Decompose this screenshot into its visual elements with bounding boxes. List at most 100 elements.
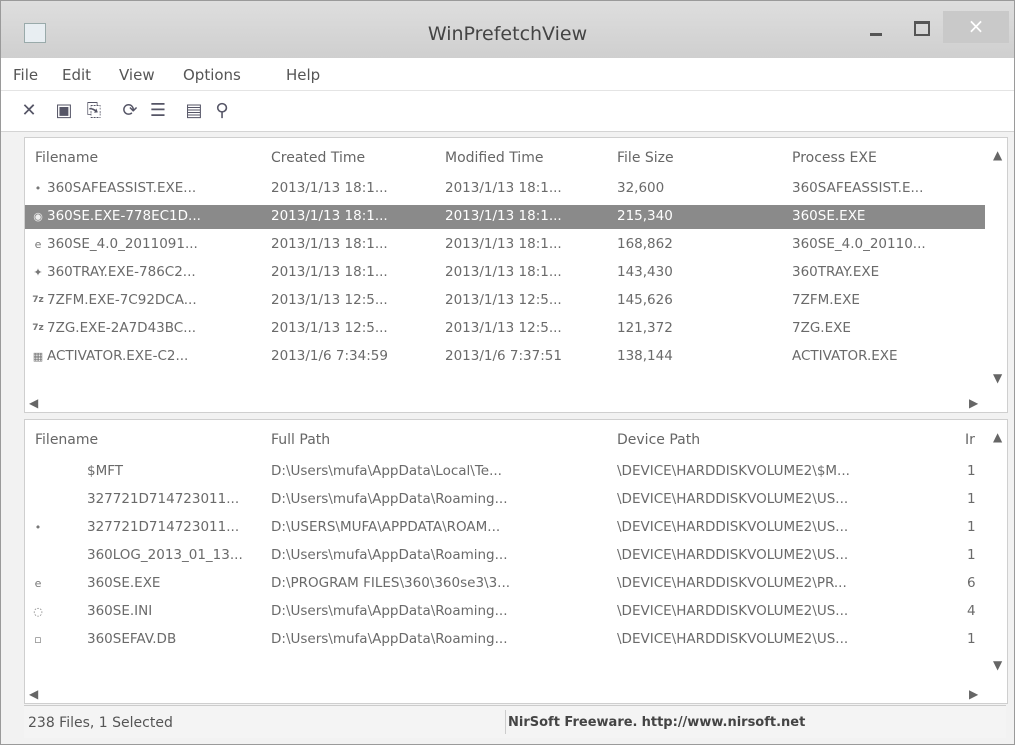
- table-row[interactable]: 7z 7ZFM.EXE-7C92DCA... 2013/1/13 12:5...…: [25, 289, 985, 313]
- column-header-filename[interactable]: Filename: [35, 432, 98, 448]
- status-file-count: 238 Files, 1 Selected: [28, 715, 173, 731]
- cell-device-path: \DEVICE\HARDDISKVOLUME2\US...: [617, 603, 849, 619]
- cell-process: 7ZFM.EXE: [792, 292, 860, 308]
- file-icon: •: [34, 182, 42, 195]
- maximize-button[interactable]: [903, 11, 939, 43]
- table-row[interactable]: ◌ 360SE.INI D:\Users\mufa\AppData\Roamin…: [25, 600, 985, 624]
- table-row[interactable]: • 360SAFEASSIST.EXE... 2013/1/13 18:1...…: [25, 177, 985, 201]
- scroll-right-icon[interactable]: ▶: [969, 396, 978, 410]
- cell-created: 2013/1/6 7:34:59: [271, 348, 388, 364]
- scroll-down-icon[interactable]: ▼: [993, 371, 1002, 385]
- table-row-selected[interactable]: ◉ 360SE.EXE-778EC1D... 2013/1/13 18:1...…: [25, 205, 985, 229]
- horizontal-scrollbar[interactable]: ◀ ▶: [25, 394, 987, 412]
- menu-edit[interactable]: Edit: [62, 66, 91, 84]
- table-row[interactable]: e 360SE.EXE D:\PROGRAM FILES\360\360se3\…: [25, 572, 985, 596]
- app-window: WinPrefetchView × File Edit View Options…: [0, 0, 1015, 745]
- file-icon: ◉: [33, 210, 43, 223]
- vertical-scrollbar[interactable]: ▲ ▼: [989, 420, 1007, 685]
- cell-modified: 2013/1/13 12:5...: [445, 292, 562, 308]
- properties-icon[interactable]: ☰: [147, 100, 169, 122]
- cell-filename: ACTIVATOR.EXE-C2...: [47, 348, 189, 364]
- table-row[interactable]: $MFT D:\Users\mufa\AppData\Local\Te... \…: [25, 460, 985, 484]
- website-link[interactable]: http://www.nirsoft.net: [642, 715, 806, 730]
- cell-index: 6: [967, 575, 976, 591]
- file-icon: ✦: [33, 266, 43, 279]
- menu-help[interactable]: Help: [286, 66, 320, 84]
- file-icon: ▦: [32, 350, 44, 363]
- cell-full-path: D:\Users\mufa\AppData\Local\Te...: [271, 463, 502, 479]
- cell-created: 2013/1/13 18:1...: [271, 264, 388, 280]
- cell-created: 2013/1/13 18:1...: [271, 236, 388, 252]
- table-row[interactable]: e 360SE_4.0_2011091... 2013/1/13 18:1...…: [25, 233, 985, 257]
- column-header-full-path[interactable]: Full Path: [271, 432, 330, 448]
- table-row[interactable]: 360LOG_2013_01_13... D:\Users\mufa\AppDa…: [25, 544, 985, 568]
- html-report-icon[interactable]: ▤: [183, 100, 205, 122]
- scroll-up-icon[interactable]: ▲: [993, 148, 1002, 162]
- cell-created: 2013/1/13 18:1...: [271, 180, 388, 196]
- save-icon[interactable]: ▣: [53, 100, 75, 122]
- cell-filename: 360SAFEASSIST.EXE...: [47, 180, 197, 196]
- cell-filename: 7ZG.EXE-2A7D43BC...: [47, 320, 197, 336]
- file-icon: ▫: [34, 633, 42, 646]
- scroll-right-icon[interactable]: ▶: [969, 687, 978, 701]
- table-row[interactable]: 7z 7ZG.EXE-2A7D43BC... 2013/1/13 12:5...…: [25, 317, 985, 341]
- cell-filename: 327721D714723011...: [87, 491, 240, 507]
- column-header-filename[interactable]: Filename: [35, 150, 98, 166]
- close-button[interactable]: ×: [943, 11, 1009, 43]
- cell-process: ACTIVATOR.EXE: [792, 348, 898, 364]
- cell-size: 32,600: [617, 180, 665, 196]
- cell-index: 4: [967, 603, 976, 619]
- table-row[interactable]: • 327721D714723011... D:\USERS\MUFA\APPD…: [25, 516, 985, 540]
- vertical-scrollbar[interactable]: ▲ ▼: [989, 138, 1007, 394]
- scroll-down-icon[interactable]: ▼: [993, 658, 1002, 672]
- referenced-files-list[interactable]: Filename Full Path Device Path Ir $MFT D…: [24, 419, 1008, 704]
- cell-created: 2013/1/13 18:1...: [271, 208, 388, 224]
- refresh-icon[interactable]: ⟳: [119, 100, 141, 122]
- horizontal-scrollbar[interactable]: ◀ ▶: [25, 685, 987, 703]
- cell-modified: 2013/1/13 12:5...: [445, 320, 562, 336]
- cell-device-path: \DEVICE\HARDDISKVOLUME2\PR...: [617, 575, 847, 591]
- cell-process: 360SAFEASSIST.E...: [792, 180, 924, 196]
- cell-size: 145,626: [617, 292, 673, 308]
- scroll-up-icon[interactable]: ▲: [993, 430, 1002, 444]
- table-row[interactable]: 327721D714723011... D:\Users\mufa\AppDat…: [25, 488, 985, 512]
- cell-modified: 2013/1/6 7:37:51: [445, 348, 562, 364]
- menu-options[interactable]: Options: [183, 66, 241, 84]
- file-icon: [31, 465, 45, 478]
- scroll-left-icon[interactable]: ◀: [29, 687, 38, 701]
- table-row[interactable]: ▦ ACTIVATOR.EXE-C2... 2013/1/6 7:34:59 2…: [25, 345, 985, 369]
- cell-filename: 360SE.EXE-778EC1D...: [47, 208, 201, 224]
- cell-size: 138,144: [617, 348, 673, 364]
- cell-full-path: D:\PROGRAM FILES\360\360se3\3...: [271, 575, 511, 591]
- cell-full-path: D:\USERS\MUFA\APPDATA\ROAM...: [271, 519, 501, 535]
- cell-filename: 360SE_4.0_2011091...: [47, 236, 198, 252]
- table-row[interactable]: ▫ 360SEFAV.DB D:\Users\mufa\AppData\Roam…: [25, 628, 985, 652]
- column-header-modified-time[interactable]: Modified Time: [445, 150, 543, 166]
- cell-filename: 327721D714723011...: [87, 519, 240, 535]
- copy-icon[interactable]: ⎘: [83, 100, 105, 122]
- table-row[interactable]: ✦ 360TRAY.EXE-786C2... 2013/1/13 18:1...…: [25, 261, 985, 285]
- cell-index: 1: [967, 547, 976, 563]
- delete-icon[interactable]: ✕: [18, 100, 40, 122]
- minimize-button[interactable]: [856, 11, 896, 43]
- column-header-file-size[interactable]: File Size: [617, 150, 674, 166]
- scroll-left-icon[interactable]: ◀: [29, 396, 38, 410]
- cell-index: 1: [967, 631, 976, 647]
- menu-bar: File Edit View Options Help: [1, 58, 1014, 91]
- cell-filename: 360SE.EXE: [87, 575, 161, 591]
- cell-modified: 2013/1/13 18:1...: [445, 264, 562, 280]
- cell-process: 360SE.EXE: [792, 208, 866, 224]
- column-header-process-exe[interactable]: Process EXE: [792, 150, 877, 166]
- prefetch-files-list[interactable]: Filename Created Time Modified Time File…: [24, 137, 1008, 413]
- menu-view[interactable]: View: [119, 66, 155, 84]
- cell-index: 1: [967, 491, 976, 507]
- file-icon: e: [34, 238, 42, 251]
- menu-file[interactable]: File: [13, 66, 38, 84]
- cell-modified: 2013/1/13 18:1...: [445, 236, 562, 252]
- title-bar[interactable]: WinPrefetchView ×: [1, 1, 1014, 58]
- column-header-created-time[interactable]: Created Time: [271, 150, 365, 166]
- column-header-device-path[interactable]: Device Path: [617, 432, 700, 448]
- column-header-index[interactable]: Ir: [965, 432, 975, 448]
- find-icon[interactable]: ⚲: [211, 100, 233, 122]
- cell-filename: 360SE.INI: [87, 603, 153, 619]
